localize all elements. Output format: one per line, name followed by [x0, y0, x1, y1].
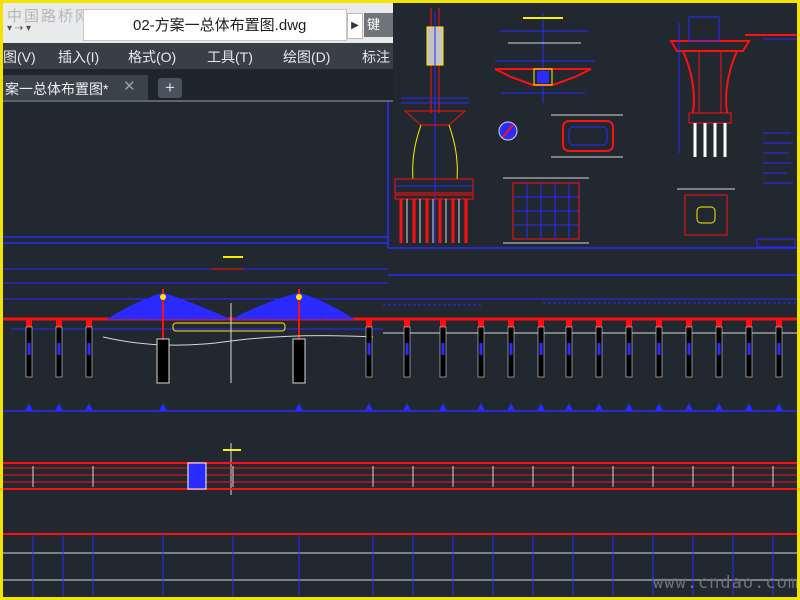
scale-triangle	[595, 403, 603, 411]
search-label: 键	[367, 17, 381, 32]
scale-triangle	[745, 403, 753, 411]
plan-pier-ticks	[32, 466, 774, 487]
pier-cap	[566, 319, 572, 327]
scale-triangle	[365, 403, 373, 411]
autocad-window: 中国路桥网 ▾ ⇢ ▾ 02-方案一总体布置图.dwg ▶ 键 图(V) 插入(…	[3, 3, 797, 597]
pier-cap	[716, 319, 722, 327]
pier-cap	[686, 319, 692, 327]
pier-cap	[656, 319, 662, 327]
watermark-site: www.cndao.com	[653, 573, 797, 593]
menu-format[interactable]: 格式(O)	[128, 47, 176, 67]
quick-access-dropdown-icon[interactable]: ▾ ⇢ ▾	[7, 23, 31, 34]
scale-triangle	[655, 403, 663, 411]
document-tab-bar: 案一总体布置图* ✕ +	[3, 69, 393, 101]
approach-piers	[25, 319, 783, 378]
tab-drawing[interactable]: 案一总体布置图* ✕	[3, 75, 148, 101]
menu-draw[interactable]: 绘图(D)	[283, 47, 330, 67]
scale-triangle	[537, 403, 545, 411]
scale-triangle	[625, 403, 633, 411]
scale-triangle	[507, 403, 515, 411]
pier-cap	[404, 319, 410, 327]
pier-cap	[440, 319, 446, 327]
scale-triangle	[565, 403, 573, 411]
scale-triangle	[403, 403, 411, 411]
new-tab-button[interactable]: +	[158, 78, 182, 98]
search-input[interactable]: 键	[364, 13, 393, 37]
pier-cap	[366, 319, 372, 327]
scale-triangle	[295, 403, 303, 411]
scale-triangle	[25, 403, 33, 411]
scale-triangle	[685, 403, 693, 411]
pier-cap	[26, 319, 32, 327]
scale-triangle	[55, 403, 63, 411]
bridge-plan	[3, 443, 797, 495]
tab-drawing-label: 案一总体布置图*	[5, 81, 109, 97]
pier-cap	[86, 319, 92, 327]
scale-triangle	[159, 403, 167, 411]
menu-bar: 图(V) 插入(I) 格式(O) 工具(T) 绘图(D) 标注	[3, 43, 393, 69]
pier-cap	[626, 319, 632, 327]
pier-cap	[746, 319, 752, 327]
detail-sheet-tower-elevation	[394, 8, 474, 243]
scale-triangle	[775, 403, 783, 411]
pier-cap	[56, 319, 62, 327]
pier-cap	[538, 319, 544, 327]
tab-bar-divider	[3, 100, 393, 102]
menu-dimension[interactable]: 标注	[362, 47, 390, 67]
scale-triangles	[25, 403, 783, 411]
bridge-elevation	[3, 256, 797, 384]
scale-triangle	[85, 403, 93, 411]
detail-sheet-pier-section	[669, 16, 797, 248]
pier-cap	[596, 319, 602, 327]
expand-arrow-icon[interactable]: ▶	[347, 13, 363, 39]
menu-tools[interactable]: 工具(T)	[207, 47, 253, 67]
menu-insert[interactable]: 插入(I)	[58, 47, 99, 67]
close-icon[interactable]: ✕	[123, 77, 136, 95]
title-bar: 中国路桥网 ▾ ⇢ ▾ 02-方案一总体布置图.dwg ▶ 键	[3, 3, 393, 43]
pier-cap	[508, 319, 514, 327]
scale-triangle	[439, 403, 447, 411]
menu-view[interactable]: 图(V)	[3, 47, 36, 67]
document-title: 02-方案一总体布置图.dwg	[133, 17, 307, 34]
elevation-scale	[3, 403, 797, 412]
detail-sheet-deck-section	[494, 13, 623, 244]
pier-cap	[478, 319, 484, 327]
scale-triangle	[477, 403, 485, 411]
scale-triangle	[715, 403, 723, 411]
pier-cap	[776, 319, 782, 327]
